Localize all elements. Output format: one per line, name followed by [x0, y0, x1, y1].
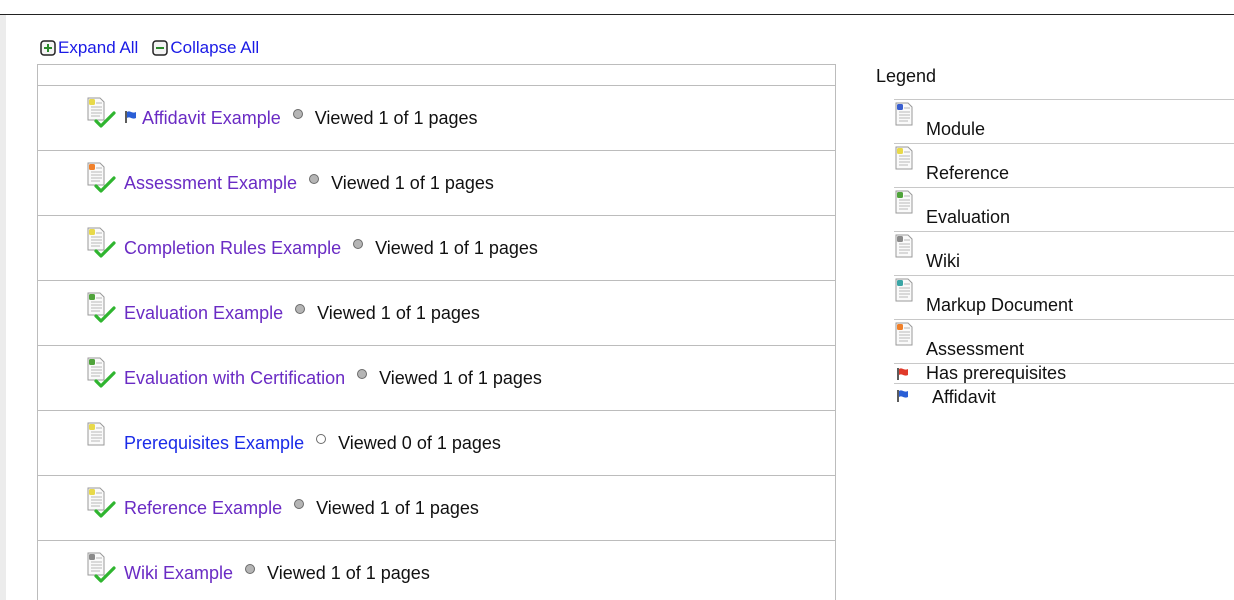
legend-label: Module — [926, 119, 986, 139]
checkmark-icon — [94, 176, 116, 193]
item-link[interactable]: Affidavit Example — [142, 108, 281, 129]
content-tree: Affidavit Example Viewed 1 of 1 pages Asse… — [37, 64, 836, 600]
item-type-icon — [86, 227, 124, 261]
legend-label: Reference — [926, 163, 1010, 183]
progress-dot-icon — [295, 304, 306, 314]
tree-item: Prerequisites Example Viewed 0 of 1 pages — [38, 411, 835, 476]
legend-title: Legend — [876, 66, 937, 86]
legend-label: Has prerequisites — [926, 363, 1067, 383]
item-type-icon — [86, 162, 124, 196]
blue-flag-icon — [897, 390, 908, 402]
item-type-icon — [86, 357, 124, 391]
tree-item: Evaluation with Certification Viewed 1 of… — [38, 346, 835, 411]
red-flag-icon — [897, 367, 908, 380]
item-type-icon — [86, 97, 124, 131]
plus-box-icon — [40, 40, 56, 56]
item-type-icon — [86, 552, 124, 586]
item-status: Viewed 1 of 1 pages — [379, 367, 542, 388]
progress-dot-icon — [294, 499, 305, 509]
legend-list: Module Reference Evaluation Wiki Markup Docu… — [894, 99, 1234, 414]
item-status: Viewed 1 of 1 pages — [331, 172, 494, 193]
legend-icon — [894, 278, 926, 316]
legend-icon — [894, 190, 926, 228]
legend-item: Has prerequisites — [894, 363, 1234, 384]
tree-toolbar: Expand All Collapse All — [40, 36, 273, 60]
progress-dot-icon — [245, 564, 256, 574]
legend-item: Reference — [894, 144, 1234, 188]
tree-item: Reference Example Viewed 1 of 1 pages — [38, 476, 835, 541]
doc-teal-icon — [895, 278, 913, 302]
legend-item: Affidavit — [894, 384, 1234, 414]
legend-item: Wiki — [894, 232, 1234, 276]
item-link[interactable]: Completion Rules Example — [124, 238, 341, 259]
blue-flag-icon — [125, 110, 136, 123]
legend-label: Evaluation — [926, 207, 1011, 227]
collapse-all-button[interactable]: Collapse All — [152, 38, 259, 58]
tree-item: Wiki Example Viewed 1 of 1 pages — [38, 541, 835, 600]
doc-gray-icon — [895, 234, 913, 258]
affidavit-flag-wrapper — [124, 108, 142, 129]
checkmark-icon — [94, 371, 116, 388]
checkmark-icon — [94, 306, 116, 323]
top-divider — [0, 14, 1234, 15]
doc-orange-icon — [895, 322, 913, 346]
legend-label: Markup Document — [926, 295, 1074, 315]
item-status: Viewed 1 of 1 pages — [375, 237, 538, 258]
checkmark-icon — [94, 566, 116, 583]
item-type-icon — [86, 422, 124, 456]
item-status: Viewed 0 of 1 pages — [338, 432, 501, 453]
legend-icon — [894, 146, 926, 184]
expand-all-button[interactable]: Expand All — [40, 38, 138, 58]
tree-item: Affidavit Example Viewed 1 of 1 pages — [38, 86, 835, 151]
item-link[interactable]: Evaluation with Certification — [124, 368, 345, 389]
legend-item: Markup Document — [894, 276, 1234, 320]
checkmark-icon — [94, 241, 116, 258]
doc-blue-icon — [895, 102, 913, 126]
document-icon — [87, 422, 105, 446]
progress-dot-icon — [292, 109, 303, 119]
item-type-icon — [86, 487, 124, 521]
item-type-icon — [86, 292, 124, 326]
tree-header-row — [38, 65, 835, 86]
item-status: Viewed 1 of 1 pages — [317, 302, 480, 323]
progress-dot-icon — [357, 369, 368, 379]
collapse-all-label: Collapse All — [170, 38, 260, 57]
item-status: Viewed 1 of 1 pages — [267, 562, 430, 583]
legend-icon — [894, 102, 926, 140]
legend-icon — [894, 234, 926, 272]
item-link[interactable]: Wiki Example — [124, 563, 233, 584]
legend-item: Assessment — [894, 320, 1234, 364]
tree-item: Completion Rules Example Viewed 1 of 1 pa… — [38, 216, 835, 281]
item-link[interactable]: Assessment Example — [124, 173, 297, 194]
legend-icon — [894, 387, 932, 405]
progress-dot-icon — [316, 434, 327, 444]
item-link[interactable]: Reference Example — [124, 498, 282, 519]
item-status: Viewed 1 of 1 pages — [316, 497, 479, 518]
legend-icon — [894, 365, 926, 383]
doc-green-icon — [895, 190, 913, 214]
expand-all-label: Expand All — [58, 38, 139, 57]
item-link[interactable]: Evaluation Example — [124, 303, 283, 324]
doc-yellow-icon — [895, 146, 913, 170]
progress-dot-icon — [353, 239, 364, 249]
legend-icon — [894, 322, 926, 360]
legend-panel: Legend Module Reference Evaluation Wiki Mark… — [876, 66, 1234, 414]
tree-item: Evaluation Example Viewed 1 of 1 pages — [38, 281, 835, 346]
legend-label: Wiki — [926, 251, 960, 271]
legend-label: Assessment — [926, 339, 1025, 359]
tree-item: Assessment Example Viewed 1 of 1 pages — [38, 151, 835, 216]
progress-dot-icon — [309, 174, 320, 184]
item-link[interactable]: Prerequisites Example — [124, 433, 304, 454]
left-gutter — [0, 15, 6, 600]
minus-box-icon — [152, 40, 169, 56]
item-status: Viewed 1 of 1 pages — [314, 107, 478, 128]
checkmark-icon — [94, 111, 116, 128]
checkmark-icon — [94, 501, 116, 518]
legend-item: Module — [894, 100, 1234, 144]
legend-item: Evaluation — [894, 188, 1234, 232]
legend-label: Affidavit — [932, 387, 996, 407]
